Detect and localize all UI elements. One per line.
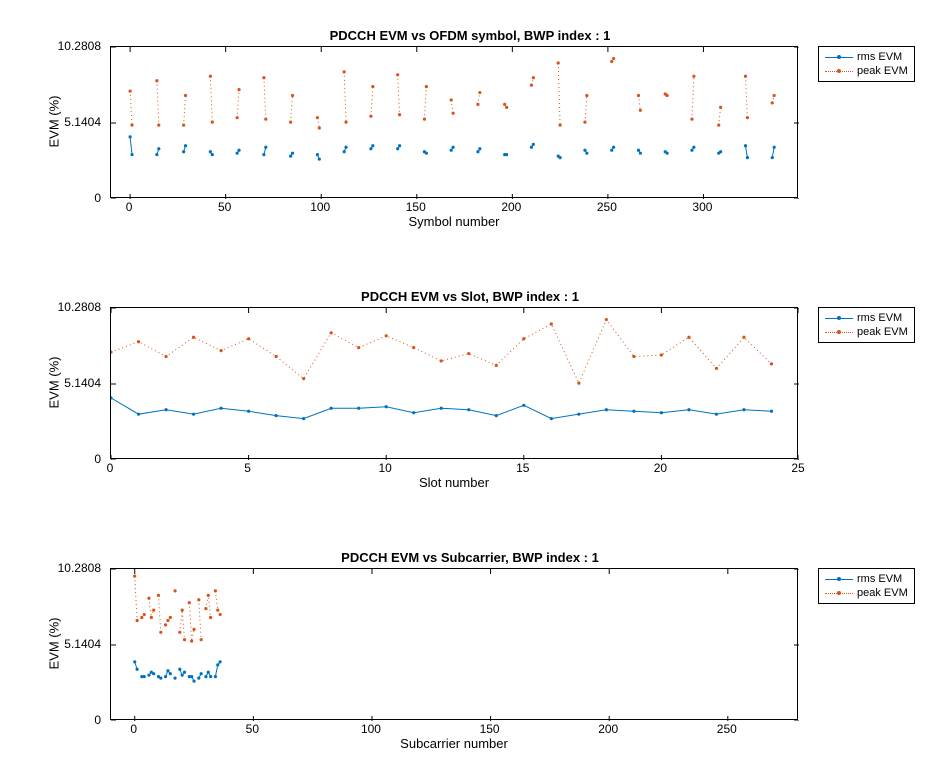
subplot-symbol: PDCCH EVM vs OFDM symbol, BWP index : 1 … [0,0,940,261]
legend-item-rms: rms EVM [825,311,908,325]
subplot-slot: PDCCH EVM vs Slot, BWP index : 1 EVM (%)… [0,261,940,522]
plot-lines [111,569,799,721]
figure: PDCCH EVM vs OFDM symbol, BWP index : 1 … [0,0,940,783]
legend-label: peak EVM [857,65,908,77]
plot-lines [111,47,799,199]
legend-label: peak EVM [857,326,908,338]
x-axis-label: Slot number [110,475,798,490]
y-ticks: 05.140410.2808 [0,307,105,459]
chart-title: PDCCH EVM vs Subcarrier, BWP index : 1 [0,550,940,565]
legend-label: rms EVM [857,312,902,324]
legend: rms EVM peak EVM [818,307,915,343]
legend-label: rms EVM [857,573,902,585]
axes-area [110,307,798,459]
legend-item-rms: rms EVM [825,572,908,586]
axes-area [110,568,798,720]
legend-item-peak: peak EVM [825,325,908,339]
plot-lines [111,308,799,460]
legend: rms EVM peak EVM [818,568,915,604]
legend-label: peak EVM [857,587,908,599]
legend-item-rms: rms EVM [825,50,908,64]
legend-item-peak: peak EVM [825,64,908,78]
x-axis-label: Symbol number [110,214,798,229]
y-ticks: 05.140410.2808 [0,46,105,198]
legend-item-peak: peak EVM [825,586,908,600]
chart-title: PDCCH EVM vs Slot, BWP index : 1 [0,289,940,304]
chart-title: PDCCH EVM vs OFDM symbol, BWP index : 1 [0,28,940,43]
legend: rms EVM peak EVM [818,46,915,82]
y-ticks: 05.140410.2808 [0,568,105,720]
x-axis-label: Subcarrier number [110,736,798,751]
subplot-subcarrier: PDCCH EVM vs Subcarrier, BWP index : 1 E… [0,522,940,783]
axes-area [110,46,798,198]
legend-label: rms EVM [857,51,902,63]
